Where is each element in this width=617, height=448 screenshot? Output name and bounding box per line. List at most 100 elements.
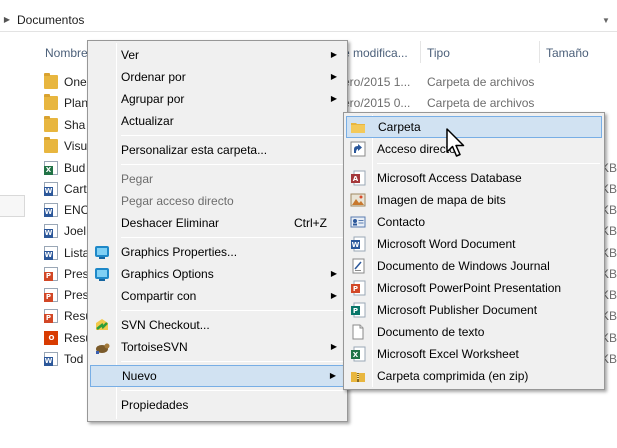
submenu-item-zip[interactable]: Carpeta comprimida (en zip)	[346, 365, 602, 387]
menu-item-label: Microsoft Publisher Document	[377, 303, 538, 317]
file-row[interactable]: X Bud	[44, 157, 85, 179]
tortoisesvn-icon	[96, 343, 110, 354]
file-row[interactable]: W ENC	[44, 199, 89, 221]
menu-item-label: Documento de Windows Journal	[377, 259, 550, 273]
submenu-item-powerpoint[interactable]: P Microsoft PowerPoint Presentation	[346, 277, 602, 299]
file-row[interactable]: Visu	[44, 135, 87, 157]
submenu-item-texto[interactable]: Documento de texto	[346, 321, 602, 343]
menu-shortcut: Ctrl+Z	[294, 216, 327, 230]
menu-separator	[121, 390, 343, 391]
file-name: Bud	[64, 161, 86, 175]
column-divider[interactable]	[539, 41, 540, 63]
address-bar[interactable]: ▶ Documentos ▼	[0, 8, 617, 32]
menu-item-tortoisesvn[interactable]: TortoiseSVN ▶	[90, 336, 345, 358]
powerpoint-icon: P	[44, 288, 58, 302]
menu-item-compartir-con[interactable]: Compartir con ▶	[90, 285, 345, 307]
file-row[interactable]: P Pres	[44, 263, 89, 285]
file-row[interactable]: One	[44, 71, 87, 93]
chevron-right-icon: ▶	[330, 50, 337, 59]
menu-item-agrupar-por[interactable]: Agrupar por ▶	[90, 88, 345, 110]
zip-folder-icon	[351, 372, 365, 382]
column-header-type[interactable]: Tipo	[427, 43, 450, 63]
file-modified: ero/2015 0...	[343, 96, 411, 110]
file-row[interactable]: W Cart	[44, 178, 87, 200]
file-row[interactable]: W Tod	[44, 348, 83, 370]
submenu-item-carpeta[interactable]: Carpeta	[346, 116, 602, 138]
navigation-pane-item[interactable]	[0, 195, 25, 217]
file-row[interactable]: O Resu	[44, 327, 92, 349]
submenu-item-acceso-directo[interactable]: Acceso directo	[346, 138, 602, 160]
expand-chevron-icon[interactable]: ▶	[1, 8, 13, 32]
menu-item-graphics-options[interactable]: Graphics Options ▶	[90, 263, 345, 285]
menu-item-label: Acceso directo	[377, 142, 456, 156]
svg-text:P: P	[353, 285, 358, 293]
file-name: Plan	[64, 96, 89, 110]
submenu-item-word[interactable]: W Microsoft Word Document	[346, 233, 602, 255]
file-type: Carpeta de archivos	[427, 96, 535, 110]
excel-icon: X	[44, 161, 58, 175]
file-row[interactable]: P Pres	[44, 284, 89, 306]
menu-item-label: Propiedades	[121, 398, 189, 412]
svn-checkout-icon	[96, 319, 108, 330]
excel-icon: X	[351, 346, 366, 362]
menu-item-graphics-properties[interactable]: Graphics Properties...	[90, 241, 345, 263]
column-header-size[interactable]: Tamaño	[546, 43, 589, 63]
access-icon: A	[351, 170, 366, 186]
menu-item-personalizar[interactable]: Personalizar esta carpeta...	[90, 139, 345, 161]
graphics-icon	[95, 246, 109, 259]
menu-item-deshacer-eliminar[interactable]: Deshacer Eliminar Ctrl+Z	[90, 212, 345, 234]
column-header-modified[interactable]: e modifica...	[343, 43, 408, 63]
word-icon: W	[44, 224, 58, 238]
file-row[interactable]: W Joel	[44, 220, 86, 242]
svg-text:X: X	[353, 351, 359, 359]
menu-item-ver[interactable]: Ver ▶	[90, 44, 345, 66]
file-row[interactable]: Sha	[44, 114, 85, 136]
menu-item-label: SVN Checkout...	[121, 318, 210, 332]
menu-item-svn-checkout[interactable]: SVN Checkout...	[90, 314, 345, 336]
new-submenu: Carpeta Acceso directo A Microsoft Acces…	[343, 112, 605, 390]
submenu-item-journal[interactable]: Documento de Windows Journal	[346, 255, 602, 277]
powerpoint-icon: P	[351, 280, 366, 296]
word-icon: W	[44, 352, 58, 366]
menu-item-label: Agrupar por	[121, 92, 185, 106]
submenu-item-access[interactable]: A Microsoft Access Database	[346, 167, 602, 189]
menu-item-label: Microsoft Word Document	[377, 237, 516, 251]
menu-item-propiedades[interactable]: Propiedades	[90, 394, 345, 416]
chevron-right-icon: ▶	[330, 342, 337, 351]
menu-item-nuevo[interactable]: Nuevo ▶	[90, 365, 345, 387]
submenu-item-contacto[interactable]: Contacto	[346, 211, 602, 233]
menu-item-label: Graphics Properties...	[121, 245, 238, 259]
file-modified: ero/2015 1...	[343, 75, 411, 89]
folder-icon	[44, 116, 58, 132]
chevron-down-icon[interactable]: ▼	[599, 8, 613, 32]
folder-icon	[44, 137, 58, 153]
menu-item-pegar-acceso-directo[interactable]: Pegar acceso directo	[90, 190, 345, 212]
column-header-name[interactable]: Nombre	[45, 43, 88, 63]
folder-icon	[44, 73, 58, 89]
file-name: Tod	[64, 352, 84, 366]
text-document-icon	[352, 324, 364, 340]
column-divider[interactable]	[420, 41, 421, 63]
menu-item-ordenar-por[interactable]: Ordenar por ▶	[90, 66, 345, 88]
menu-item-label: TortoiseSVN	[121, 340, 188, 354]
chevron-right-icon: ▶	[330, 72, 337, 81]
file-row[interactable]: W Lista	[44, 242, 89, 264]
breadcrumb-documentos[interactable]: Documentos	[17, 13, 84, 27]
menu-separator	[377, 163, 600, 164]
menu-item-actualizar[interactable]: Actualizar	[90, 110, 345, 132]
file-row[interactable]: P Resu	[44, 305, 92, 327]
menu-item-label: Imagen de mapa de bits	[377, 193, 506, 207]
submenu-item-bitmap[interactable]: Imagen de mapa de bits	[346, 189, 602, 211]
submenu-item-publisher[interactable]: P Microsoft Publisher Document	[346, 299, 602, 321]
menu-item-pegar[interactable]: Pegar	[90, 168, 345, 190]
menu-item-label: Microsoft PowerPoint Presentation	[377, 281, 562, 295]
menu-item-label: Compartir con	[121, 289, 197, 303]
menu-item-label: Pegar	[121, 172, 154, 186]
file-name: One	[64, 75, 87, 89]
menu-item-label: Actualizar	[121, 114, 174, 128]
submenu-item-excel[interactable]: X Microsoft Excel Worksheet	[346, 343, 602, 365]
menu-item-label: Contacto	[377, 215, 426, 229]
menu-item-label: Nuevo	[122, 369, 157, 383]
file-row[interactable]: Plan	[44, 92, 88, 114]
svg-text:A: A	[353, 175, 359, 183]
